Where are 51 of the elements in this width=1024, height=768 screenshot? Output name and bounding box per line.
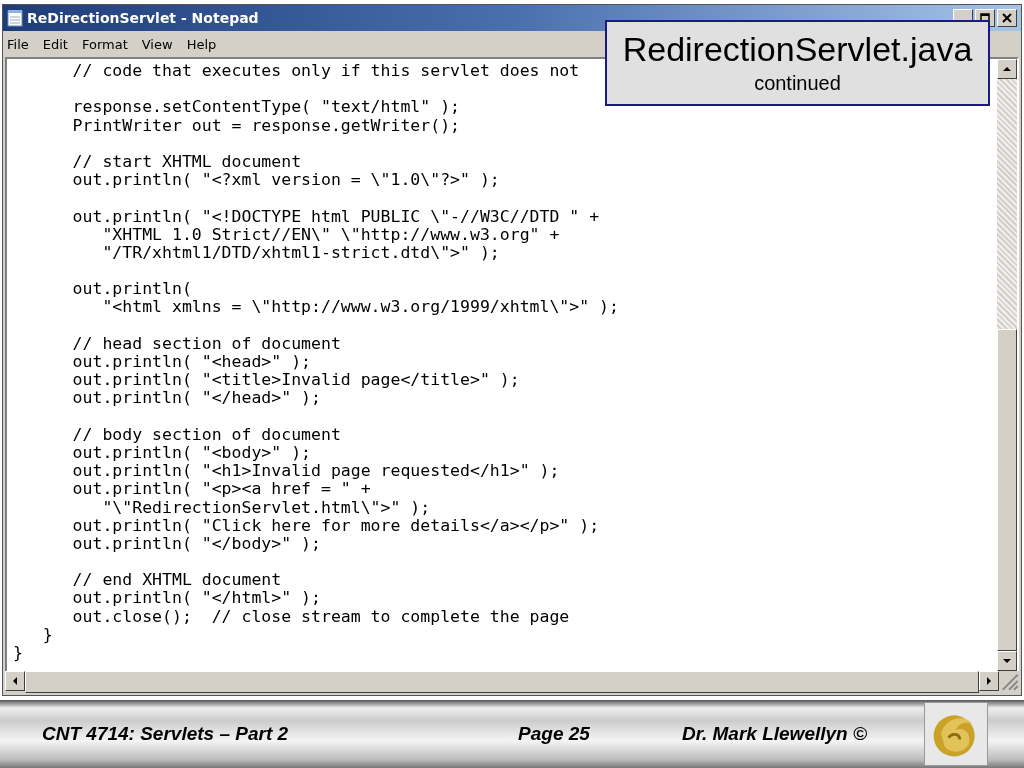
code-line: // start XHTML document — [71, 152, 303, 172]
window-title: ReDirectionServlet - Notepad — [27, 10, 259, 26]
callout-subtitle: continued — [754, 72, 841, 95]
code-line: // code that executes only if this servlet does not — [71, 62, 581, 81]
code-line: out.println( "Click here for more details</a></p>" ); — [71, 516, 601, 535]
scroll-left-button[interactable] — [5, 671, 25, 691]
code-line: PrintWriter out = response.getWriter(); — [71, 116, 462, 135]
code-line: response.setContentType( "text/html" ); — [71, 98, 462, 117]
code-line: out.println( "<!DOCTYPE html PUBLIC \"-//W3C//DTD " + — [71, 207, 601, 226]
down-arrow-icon — [1003, 657, 1011, 665]
code-line: // head section of document — [71, 334, 342, 353]
scroll-up-button[interactable] — [997, 59, 1017, 79]
menu-item[interactable]: View — [141, 36, 173, 52]
course-label: CNT 4714: Servlets – Part 2 — [42, 723, 289, 745]
code-line: out.println( "<?xml version = \"1.0\"?>" ); — [71, 171, 501, 190]
callout-title: RedirectionServlet.java — [622, 30, 973, 68]
code-line: // body section of document — [71, 425, 342, 444]
scroll-right-button[interactable] — [979, 671, 999, 691]
code-line: "XHTML 1.0 Strict//EN\" \"http://www.w3.org" + — [102, 225, 561, 244]
page-number: Page 25 — [518, 723, 590, 745]
code-line: out.println( "</html>" ); — [71, 589, 322, 608]
notepad-icon — [7, 9, 23, 27]
horizontal-scrollbar[interactable] — [5, 671, 999, 693]
menu-item[interactable]: File — [7, 36, 29, 52]
code-line: } — [13, 644, 24, 663]
menu-item[interactable]: Edit — [42, 36, 68, 52]
code-line: out.println( "<title>Invalid page</title>" ); — [71, 371, 521, 390]
code-line: out.println( "<body>" ); — [71, 443, 312, 463]
code-line: out.println( "<h1>Invalid page requested</h1>" ); — [71, 462, 561, 481]
scroll-down-button[interactable] — [997, 651, 1017, 671]
vertical-scrollbar[interactable] — [997, 59, 1017, 671]
code-line: out.println( "</body>" ); — [71, 534, 322, 554]
code-line: out.println( "<head>" ); — [71, 353, 312, 372]
code-line: // end XHTML document — [71, 571, 283, 590]
left-arrow-icon — [11, 677, 19, 685]
code-line: "/TR/xhtml1/DTD/xhtml1-strict.dtd\">" ); — [101, 243, 500, 263]
code-line: out.println( "<p><a href = " + — [71, 480, 372, 499]
up-arrow-icon — [1003, 65, 1011, 73]
scroll-thumb[interactable] — [997, 329, 1017, 651]
menu-item[interactable]: Help — [186, 36, 217, 52]
author-label: Dr. Mark Llewellyn © — [681, 723, 867, 745]
code-line: out.println( — [71, 280, 193, 299]
menu-item[interactable]: Format — [81, 36, 128, 52]
right-arrow-icon — [985, 677, 993, 685]
code-line: "<html xmlns = \"http://www.w3.org/1999/xhtml\">" ); — [101, 298, 620, 317]
close-button[interactable] — [997, 9, 1017, 27]
close-icon — [1002, 13, 1012, 23]
code-line: "\"RedirectionServlet.html\">" ); — [101, 498, 432, 517]
code-line: out.println( "</head>" ); — [71, 389, 322, 408]
code-line: out.close(); // close stream to complete the page — [71, 607, 571, 626]
code-line: } — [41, 625, 54, 644]
